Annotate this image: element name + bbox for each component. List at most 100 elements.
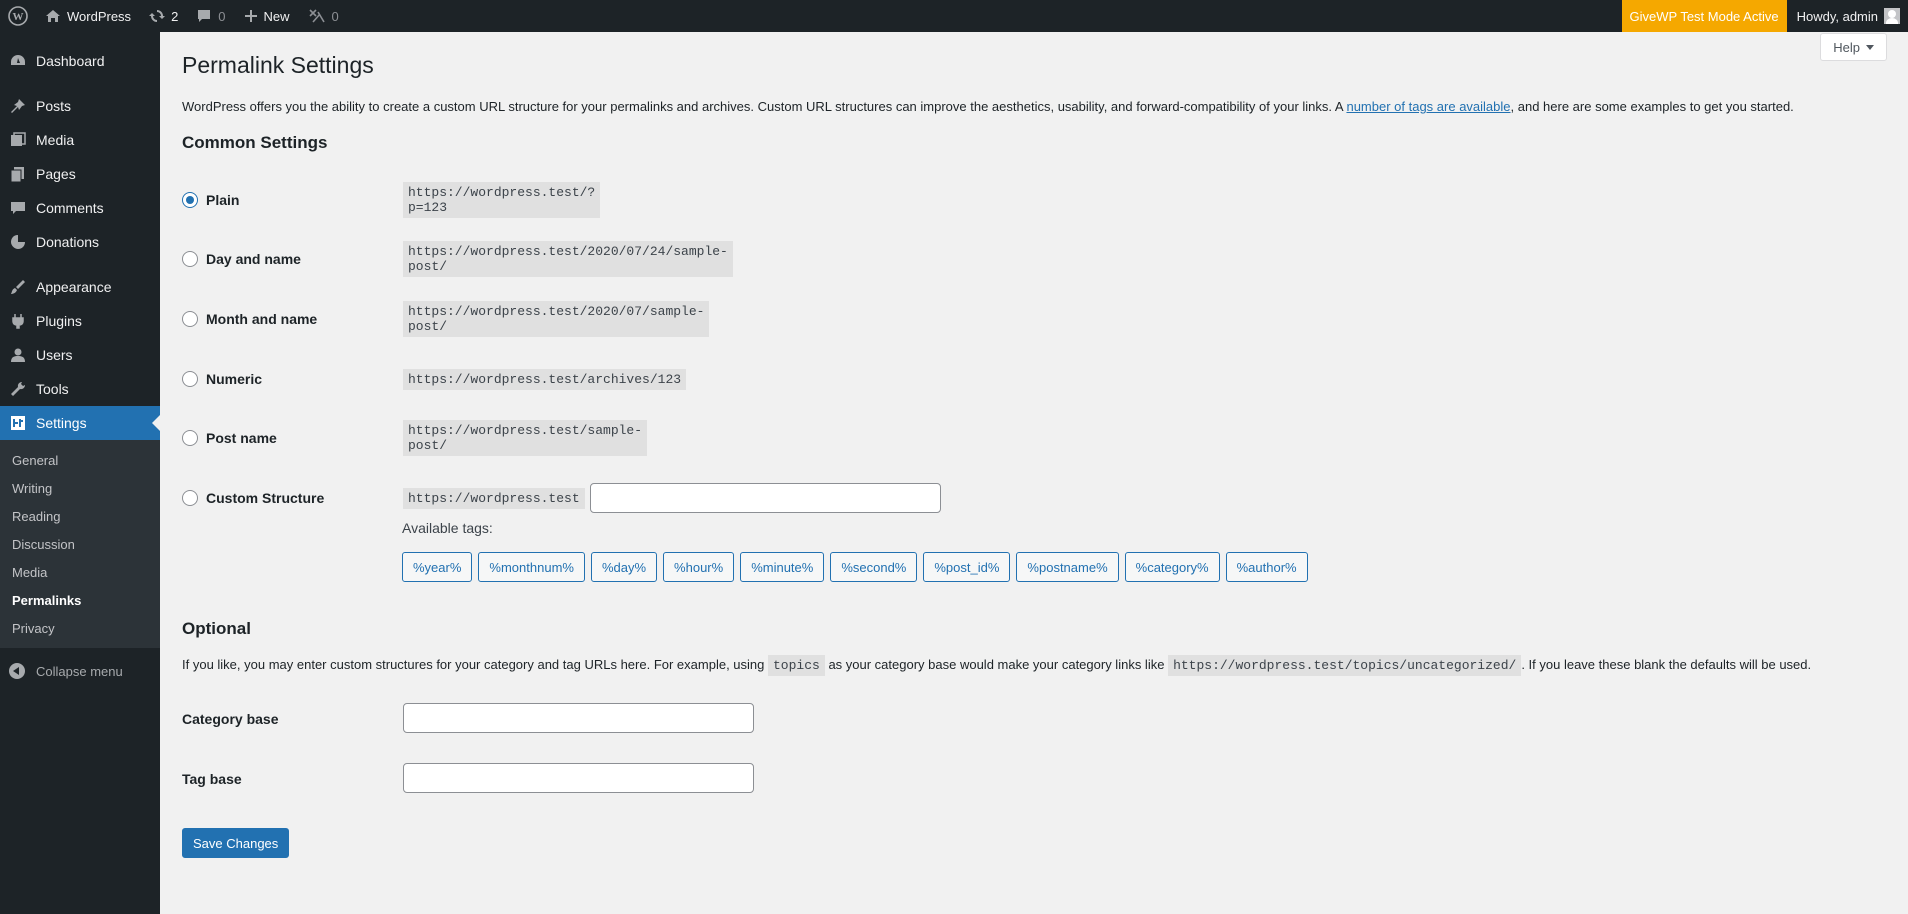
month-and-name-example: https://wordpress.test/2020/07/sample-po…	[403, 301, 710, 337]
plus-icon	[244, 10, 257, 22]
post-name-example: https://wordpress.test/sample-post/	[403, 420, 648, 456]
submenu-media[interactable]: Media	[0, 558, 160, 586]
plain-example: https://wordpress.test/?p=123	[403, 182, 601, 218]
submenu-writing[interactable]: Writing	[0, 474, 160, 502]
pin-icon	[9, 97, 27, 115]
tag-hour-button[interactable]: %hour%	[663, 552, 735, 582]
sidebar-item-media[interactable]: Media	[0, 123, 160, 157]
numeric-radio[interactable]	[182, 371, 198, 387]
home-icon	[46, 10, 60, 22]
dashboard-icon	[9, 52, 27, 70]
sidebar-item-tools[interactable]: Tools	[0, 372, 160, 406]
tag-post-id-button[interactable]: %post_id%	[923, 552, 1011, 582]
brush-icon	[9, 278, 27, 296]
new-label: New	[263, 8, 290, 24]
wrench-icon	[9, 380, 27, 398]
category-link-example: https://wordpress.test/topics/uncategori…	[1168, 655, 1522, 676]
sidebar-item-comments[interactable]: Comments	[0, 191, 160, 225]
post-name-radio[interactable]	[182, 430, 198, 446]
day-and-name-example: https://wordpress.test/2020/07/24/sample…	[403, 241, 733, 277]
sidebar-item-users[interactable]: Users	[0, 338, 160, 372]
new-content-menu[interactable]: New	[235, 0, 299, 32]
option-numeric[interactable]: Numeric https://wordpress.test/archives/…	[182, 363, 687, 395]
settings-icon	[9, 414, 27, 432]
updates-menu[interactable]: 2	[140, 0, 187, 32]
user-icon	[9, 346, 27, 364]
month-and-name-radio[interactable]	[182, 311, 198, 327]
sidebar-item-donations[interactable]: Donations	[0, 225, 160, 259]
submenu-reading[interactable]: Reading	[0, 502, 160, 530]
tag-day-button[interactable]: %day%	[590, 552, 658, 582]
my-account-menu[interactable]: Howdy, admin	[1787, 0, 1908, 32]
wordpress-logo-icon[interactable]: W	[0, 0, 36, 32]
admin-sidebar: Dashboard Posts Media Pages Comments Don…	[0, 32, 160, 914]
tag-author-button[interactable]: %author%	[1225, 552, 1308, 582]
category-base-label: Category base	[182, 711, 279, 727]
givewp-test-mode-badge[interactable]: GiveWP Test Mode Active	[1621, 0, 1787, 32]
caret-down-icon	[1866, 44, 1874, 50]
sidebar-item-pages[interactable]: Pages	[0, 157, 160, 191]
category-base-input[interactable]	[403, 703, 754, 733]
custom-structure-prefix: https://wordpress.test	[403, 487, 585, 509]
collapse-arrow-icon	[9, 663, 25, 679]
tag-year-button[interactable]: %year%	[402, 552, 473, 582]
tag-postname-button[interactable]: %postname%	[1016, 552, 1119, 582]
donations-icon	[9, 233, 27, 251]
intro-text: WordPress offers you the ability to crea…	[182, 99, 1794, 114]
comment-icon	[198, 10, 211, 22]
available-tags-label: Available tags:	[402, 520, 493, 536]
settings-submenu: General Writing Reading Discussion Media…	[0, 440, 160, 648]
tools-icon	[308, 9, 325, 23]
page-title: Permalink Settings	[182, 52, 374, 78]
collapse-menu-button[interactable]: Collapse menu	[0, 654, 160, 688]
day-and-name-radio[interactable]	[182, 251, 198, 267]
sidebar-item-dashboard[interactable]: Dashboard	[0, 44, 160, 78]
custom-structure-radio[interactable]	[182, 490, 198, 506]
plugin-menu[interactable]: 0	[299, 0, 348, 32]
available-tags-list: %year% %monthnum% %day% %hour% %minute% …	[402, 552, 1314, 582]
site-name-menu[interactable]: WordPress	[36, 0, 140, 32]
submenu-permalinks[interactable]: Permalinks	[0, 586, 160, 614]
sidebar-item-plugins[interactable]: Plugins	[0, 304, 160, 338]
option-day-and-name[interactable]: Day and name https://wordpress.test/2020…	[182, 241, 733, 277]
plug-icon	[9, 312, 27, 330]
common-settings-heading: Common Settings	[182, 133, 328, 152]
avatar	[1884, 8, 1900, 24]
custom-structure-input[interactable]	[590, 483, 941, 513]
option-post-name[interactable]: Post name https://wordpress.test/sample-…	[182, 420, 648, 456]
plain-radio[interactable]	[182, 192, 198, 208]
pages-icon	[9, 165, 27, 183]
optional-heading: Optional	[182, 619, 251, 638]
optional-description: If you like, you may enter custom struct…	[182, 655, 1902, 676]
tag-minute-button[interactable]: %minute%	[740, 552, 825, 582]
topics-code: topics	[768, 655, 825, 676]
tag-monthnum-button[interactable]: %monthnum%	[478, 552, 585, 582]
media-icon	[9, 131, 27, 149]
numeric-example: https://wordpress.test/archives/123	[403, 368, 687, 390]
update-icon	[149, 10, 166, 22]
submenu-discussion[interactable]: Discussion	[0, 530, 160, 558]
tag-base-input[interactable]	[403, 763, 754, 793]
submenu-privacy[interactable]: Privacy	[0, 614, 160, 642]
site-name: WordPress	[67, 8, 132, 24]
sidebar-item-settings[interactable]: Settings	[0, 406, 160, 440]
tag-category-button[interactable]: %category%	[1124, 552, 1220, 582]
sidebar-item-posts[interactable]: Posts	[0, 89, 160, 123]
save-changes-button[interactable]: Save Changes	[182, 828, 290, 858]
howdy-label: Howdy, admin	[1796, 8, 1878, 24]
svg-text:W: W	[13, 11, 24, 23]
comments-menu[interactable]: 0	[187, 0, 234, 32]
submenu-general[interactable]: General	[0, 446, 160, 474]
comment-icon	[9, 199, 27, 217]
option-plain[interactable]: Plain https://wordpress.test/?p=123	[182, 182, 601, 218]
option-month-and-name[interactable]: Month and name https://wordpress.test/20…	[182, 301, 710, 337]
tag-second-button[interactable]: %second%	[830, 552, 918, 582]
updates-count: 2	[171, 8, 179, 24]
comments-count: 0	[218, 8, 226, 24]
plugin-count: 0	[331, 8, 339, 24]
help-tab-button[interactable]: Help	[1820, 33, 1887, 61]
available-tags-link[interactable]: number of tags are available	[1346, 99, 1510, 114]
option-custom-structure[interactable]: Custom Structure https://wordpress.test	[182, 482, 941, 514]
sidebar-item-appearance[interactable]: Appearance	[0, 270, 160, 304]
admin-bar: W WordPress 2 0 New 0 GiveWP Test Mode A…	[0, 0, 1908, 32]
